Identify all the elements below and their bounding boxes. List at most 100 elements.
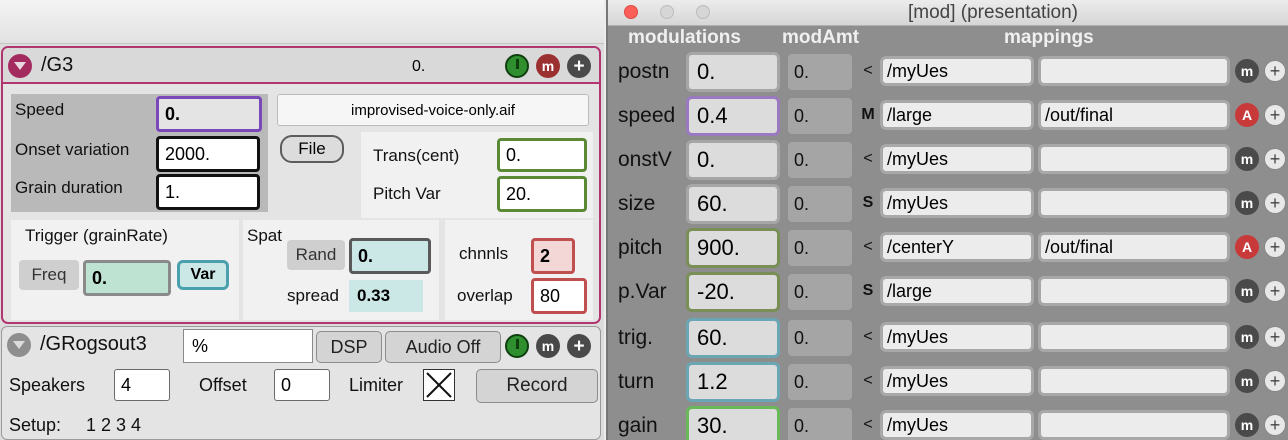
mod-row: turn 1.2 0. </myUes m +: [608, 362, 1288, 406]
m-button[interactable]: m: [1235, 191, 1259, 215]
spread-value[interactable]: 0.33: [349, 280, 423, 312]
mapping-input-field[interactable]: /myUes: [880, 410, 1034, 440]
plus-icon[interactable]: +: [1264, 236, 1286, 258]
rand-input[interactable]: 0.: [349, 238, 431, 274]
mapping-mode-symbol[interactable]: <: [860, 416, 876, 434]
mapping-mode-symbol[interactable]: <: [860, 62, 876, 80]
mod-value-input[interactable]: 1.2: [686, 362, 780, 402]
mod-value-input[interactable]: 0.: [686, 52, 780, 92]
pitchvar-input[interactable]: 20.: [497, 176, 587, 212]
plus-icon[interactable]: +: [1264, 104, 1286, 126]
m-button[interactable]: m: [1235, 147, 1259, 171]
active-mapping-icon[interactable]: A: [1235, 235, 1259, 259]
mapping-input-field[interactable]: /myUes: [880, 366, 1034, 396]
plus-icon[interactable]: +: [1264, 370, 1286, 392]
collapse-toggle-icon[interactable]: [7, 333, 31, 357]
plus-icon[interactable]: +: [1264, 148, 1286, 170]
mod-row-label: postn: [618, 60, 670, 83]
trans-input[interactable]: 0.: [497, 138, 587, 172]
freq-input[interactable]: 0.: [83, 260, 171, 296]
mapping-input-field[interactable]: /large: [880, 100, 1034, 130]
mapping-mode-symbol[interactable]: <: [860, 372, 876, 390]
dsp-button[interactable]: DSP: [316, 331, 382, 363]
offset-input[interactable]: 0: [274, 369, 330, 401]
mod-amt-input[interactable]: 0.: [788, 98, 852, 134]
mapping-mode-symbol[interactable]: M: [860, 106, 876, 124]
var-button[interactable]: Var: [177, 260, 229, 290]
mapping-mode-symbol[interactable]: S: [860, 282, 876, 300]
setup-label: Setup:: [9, 415, 62, 435]
mod-value-input[interactable]: 60.: [686, 318, 780, 358]
mod-amt-input[interactable]: 0.: [788, 364, 852, 400]
mod-amt-input[interactable]: 0.: [788, 230, 852, 266]
grogsout-module: /GRogsout3 % DSP Audio Off m + Speakers …: [1, 326, 601, 440]
plus-icon[interactable]: +: [1264, 192, 1286, 214]
m-button[interactable]: m: [1235, 369, 1259, 393]
mapping-output-field[interactable]: [1038, 322, 1230, 352]
mapping-mode-symbol[interactable]: <: [860, 150, 876, 168]
mod-amt-input[interactable]: 0.: [788, 320, 852, 356]
mapping-mode-symbol[interactable]: <: [860, 238, 876, 256]
mod-amt-input[interactable]: 0.: [788, 274, 852, 310]
mapping-output-field[interactable]: [1038, 188, 1230, 218]
mapping-output-field[interactable]: [1038, 144, 1230, 174]
mod-value-input[interactable]: 0.: [686, 140, 780, 180]
plus-icon[interactable]: +: [1264, 326, 1286, 348]
mod-value-input[interactable]: 900.: [686, 228, 780, 268]
m-button[interactable]: m: [536, 334, 560, 358]
mapping-output-field[interactable]: /out/final: [1038, 100, 1230, 130]
chnnls-input[interactable]: 2: [531, 238, 575, 274]
mapping-input-field[interactable]: /myUes: [880, 322, 1034, 352]
m-button[interactable]: m: [1235, 325, 1259, 349]
power-icon[interactable]: [505, 54, 529, 78]
mapping-output-field[interactable]: /out/final: [1038, 232, 1230, 262]
mod-amt-input[interactable]: 0.: [788, 186, 852, 222]
mapping-output-field[interactable]: [1038, 276, 1230, 306]
mod-row: p.Var -20. 0. S/large m +: [608, 272, 1288, 316]
mapping-input-field[interactable]: /myUes: [880, 188, 1034, 218]
mapping-input-field[interactable]: /large: [880, 276, 1034, 306]
mod-amt-input[interactable]: 0.: [788, 54, 852, 90]
m-button[interactable]: m: [1235, 413, 1259, 437]
overlap-input[interactable]: 80: [531, 278, 587, 314]
onset-input[interactable]: 2000.: [156, 136, 260, 172]
plus-icon[interactable]: +: [1264, 414, 1286, 436]
mod-value-input[interactable]: 60.: [686, 184, 780, 224]
m-button[interactable]: m: [1235, 59, 1259, 83]
plus-icon[interactable]: +: [567, 334, 591, 358]
mod-amt-input[interactable]: 0.: [788, 408, 852, 440]
plus-icon[interactable]: +: [1264, 280, 1286, 302]
m-button[interactable]: m: [1235, 279, 1259, 303]
mod-value-input[interactable]: -20.: [686, 272, 780, 312]
mapping-mode-symbol[interactable]: S: [860, 194, 876, 212]
plus-icon[interactable]: +: [1264, 60, 1286, 82]
collapse-toggle-icon[interactable]: [8, 54, 32, 78]
file-button[interactable]: File: [280, 135, 344, 163]
mapping-output-field[interactable]: [1038, 56, 1230, 86]
rand-button[interactable]: Rand: [287, 240, 345, 270]
plus-icon[interactable]: +: [567, 54, 591, 78]
audio-off-button[interactable]: Audio Off: [385, 331, 501, 363]
record-button[interactable]: Record: [476, 369, 598, 403]
mapping-output-field[interactable]: [1038, 366, 1230, 396]
mapping-output-field[interactable]: [1038, 410, 1230, 440]
mod-value-input[interactable]: 30.: [686, 406, 780, 440]
active-mapping-icon[interactable]: A: [1235, 103, 1259, 127]
power-icon[interactable]: [505, 334, 529, 358]
grogsout-field[interactable]: %: [183, 329, 313, 363]
speakers-input[interactable]: 4: [114, 369, 170, 401]
grain-input[interactable]: 1.: [156, 174, 260, 210]
mapping-input-field[interactable]: /myUes: [880, 56, 1034, 86]
mod-row-label: pitch: [618, 236, 663, 259]
mapping-input-field[interactable]: /centerY: [880, 232, 1034, 262]
limiter-toggle[interactable]: [423, 369, 455, 401]
mapping-mode-symbol[interactable]: <: [860, 328, 876, 346]
g3-value: 0.: [412, 58, 426, 75]
m-button[interactable]: m: [536, 54, 560, 78]
filename-field[interactable]: improvised-voice-only.aif: [277, 94, 589, 126]
mod-value-input[interactable]: 0.4: [686, 96, 780, 136]
mapping-input-field[interactable]: /myUes: [880, 144, 1034, 174]
speed-input[interactable]: 0.: [156, 96, 262, 132]
mod-row: pitch 900. 0. </centerY/out/final A +: [608, 228, 1288, 272]
mod-amt-input[interactable]: 0.: [788, 142, 852, 178]
